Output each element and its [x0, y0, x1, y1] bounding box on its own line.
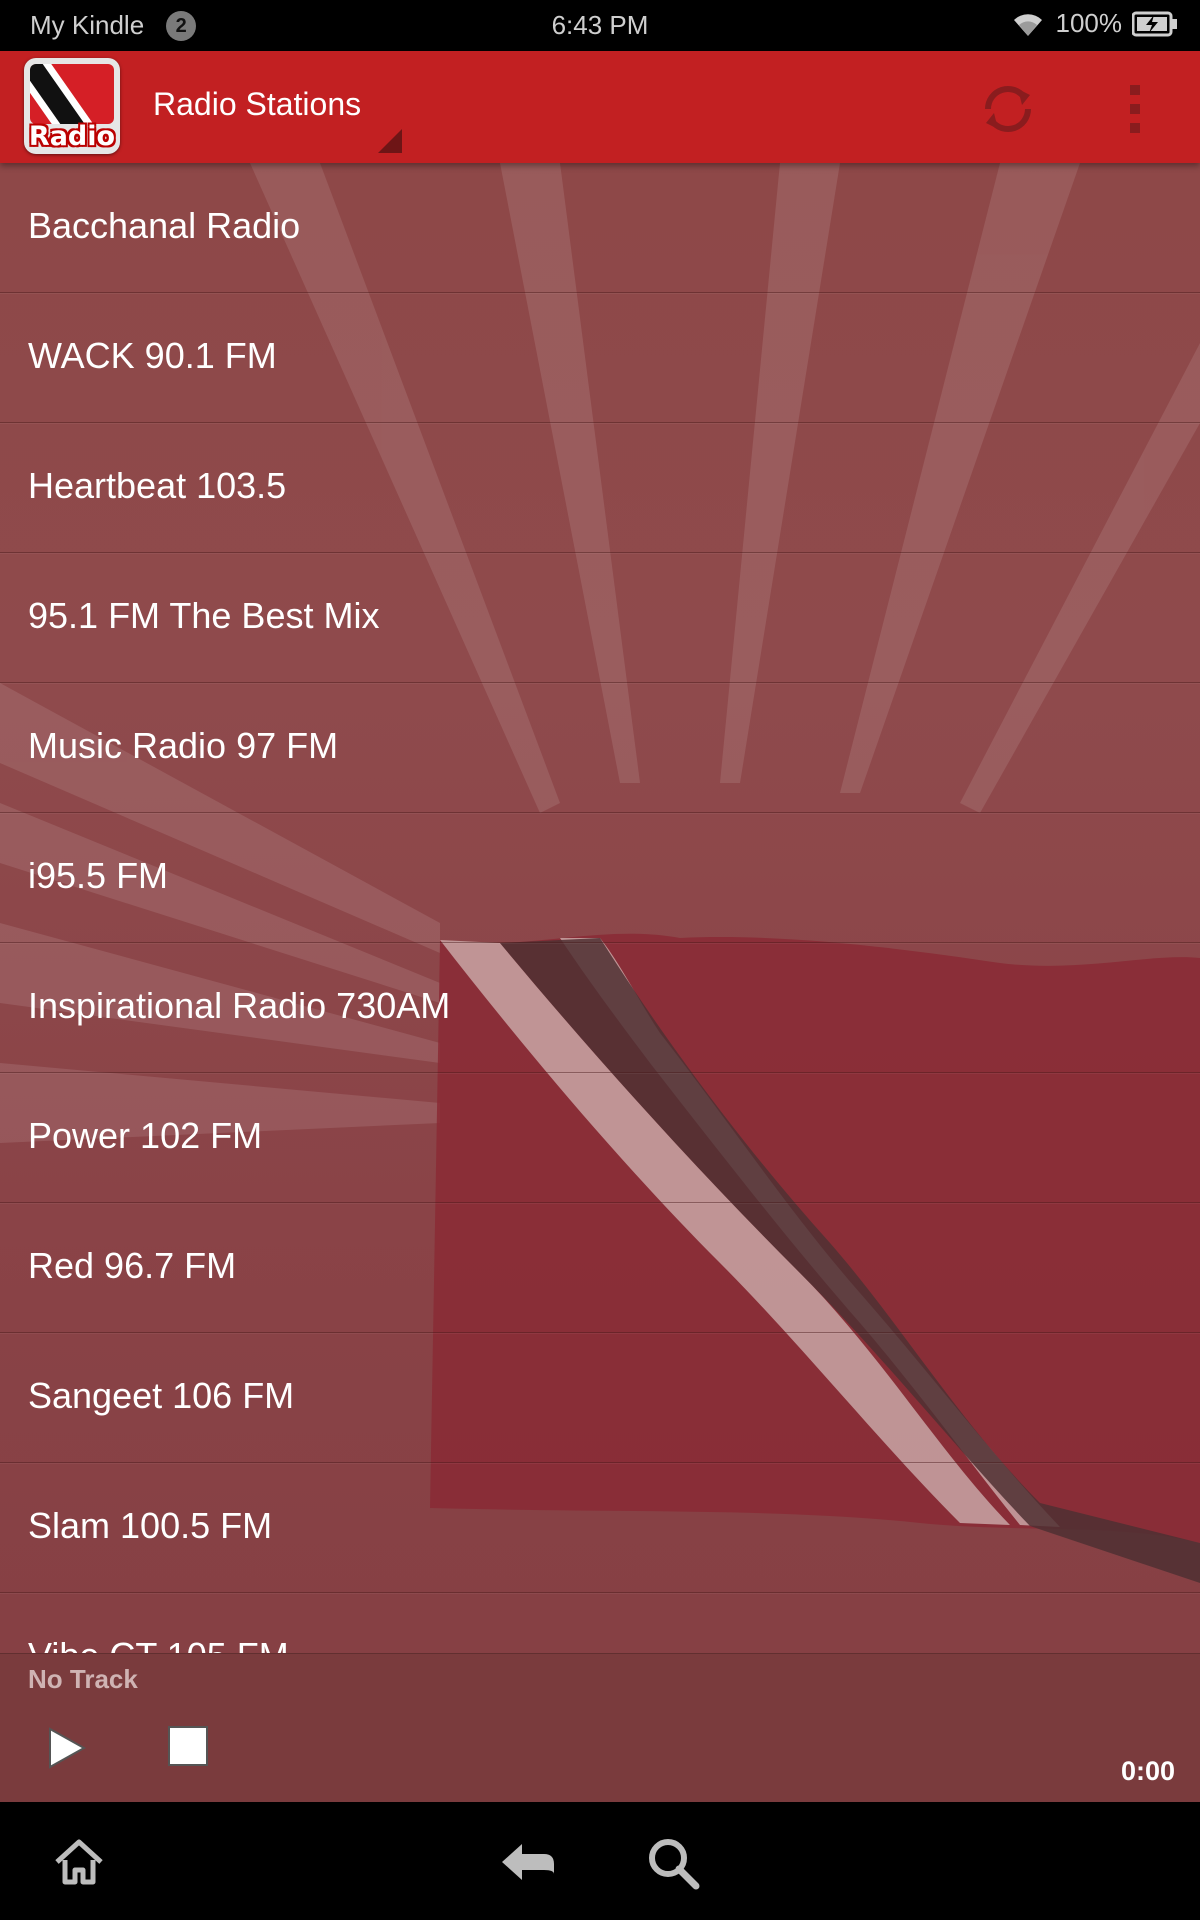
- screen: My Kindle 2 6:43 PM 100% Radio Radio Sta…: [0, 0, 1200, 1920]
- station-item[interactable]: Sangeet 106 FM: [0, 1333, 1200, 1463]
- track-title: No Track: [28, 1664, 138, 1694]
- station-name: 95.1 FM The Best Mix: [28, 595, 380, 636]
- station-name: Heartbeat 103.5: [28, 465, 287, 506]
- station-name: Inspirational Radio 730AM: [28, 985, 451, 1026]
- station-name: Red 96.7 FM: [28, 1245, 237, 1286]
- title-dropdown-indicator[interactable]: [378, 129, 402, 153]
- station-list-area[interactable]: Bacchanal Radio WACK 90.1 FM Heartbeat 1…: [0, 163, 1200, 1653]
- station-name: Music Radio 97 FM: [28, 725, 339, 766]
- app-icon-label: Radio: [28, 121, 116, 152]
- station-item[interactable]: Slam 100.5 FM: [0, 1463, 1200, 1593]
- home-icon[interactable]: [53, 1836, 105, 1888]
- station-item[interactable]: Vibe CT 105 FM: [0, 1593, 1200, 1653]
- play-icon[interactable]: [44, 1726, 88, 1770]
- station-name: Slam 100.5 FM: [28, 1505, 273, 1546]
- station-name: Sangeet 106 FM: [28, 1375, 295, 1416]
- battery-charging-icon: [1132, 11, 1177, 36]
- station-name: i95.5 FM: [28, 855, 169, 896]
- station-item[interactable]: i95.5 FM: [0, 813, 1200, 943]
- status-right: 100%: [1010, 8, 1179, 39]
- refresh-icon[interactable]: [978, 79, 1038, 139]
- back-icon[interactable]: [500, 1840, 556, 1884]
- status-bar: My Kindle 2 6:43 PM 100%: [0, 0, 1200, 51]
- action-bar: Radio Radio Stations: [0, 51, 1200, 163]
- station-item[interactable]: WACK 90.1 FM: [0, 293, 1200, 423]
- station-name: Power 102 FM: [28, 1115, 263, 1156]
- page-title[interactable]: Radio Stations: [153, 86, 361, 123]
- station-item[interactable]: Power 102 FM: [0, 1073, 1200, 1203]
- station-name: Vibe CT 105 FM: [28, 1635, 289, 1653]
- playback-time: 0:00: [1120, 1756, 1175, 1786]
- station-item[interactable]: Heartbeat 103.5: [0, 423, 1200, 553]
- station-list: Bacchanal Radio WACK 90.1 FM Heartbeat 1…: [0, 163, 1200, 1653]
- system-nav-bar: [0, 1802, 1200, 1920]
- station-item[interactable]: Bacchanal Radio: [0, 163, 1200, 293]
- station-item[interactable]: Red 96.7 FM: [0, 1203, 1200, 1333]
- station-item[interactable]: 95.1 FM The Best Mix: [0, 553, 1200, 683]
- station-item[interactable]: Inspirational Radio 730AM: [0, 943, 1200, 1073]
- overflow-menu-icon[interactable]: [1120, 81, 1150, 137]
- wifi-icon: [1013, 13, 1042, 36]
- battery-percentage: 100%: [1055, 8, 1123, 38]
- stop-icon[interactable]: [168, 1726, 208, 1766]
- player-bar: No Track 0:00: [0, 1653, 1200, 1803]
- search-icon[interactable]: [646, 1836, 700, 1890]
- app-icon[interactable]: Radio: [24, 58, 120, 154]
- station-name: WACK 90.1 FM: [28, 335, 277, 376]
- flag-graphic: [30, 64, 114, 124]
- station-item[interactable]: Music Radio 97 FM: [0, 683, 1200, 813]
- station-name: Bacchanal Radio: [28, 205, 301, 246]
